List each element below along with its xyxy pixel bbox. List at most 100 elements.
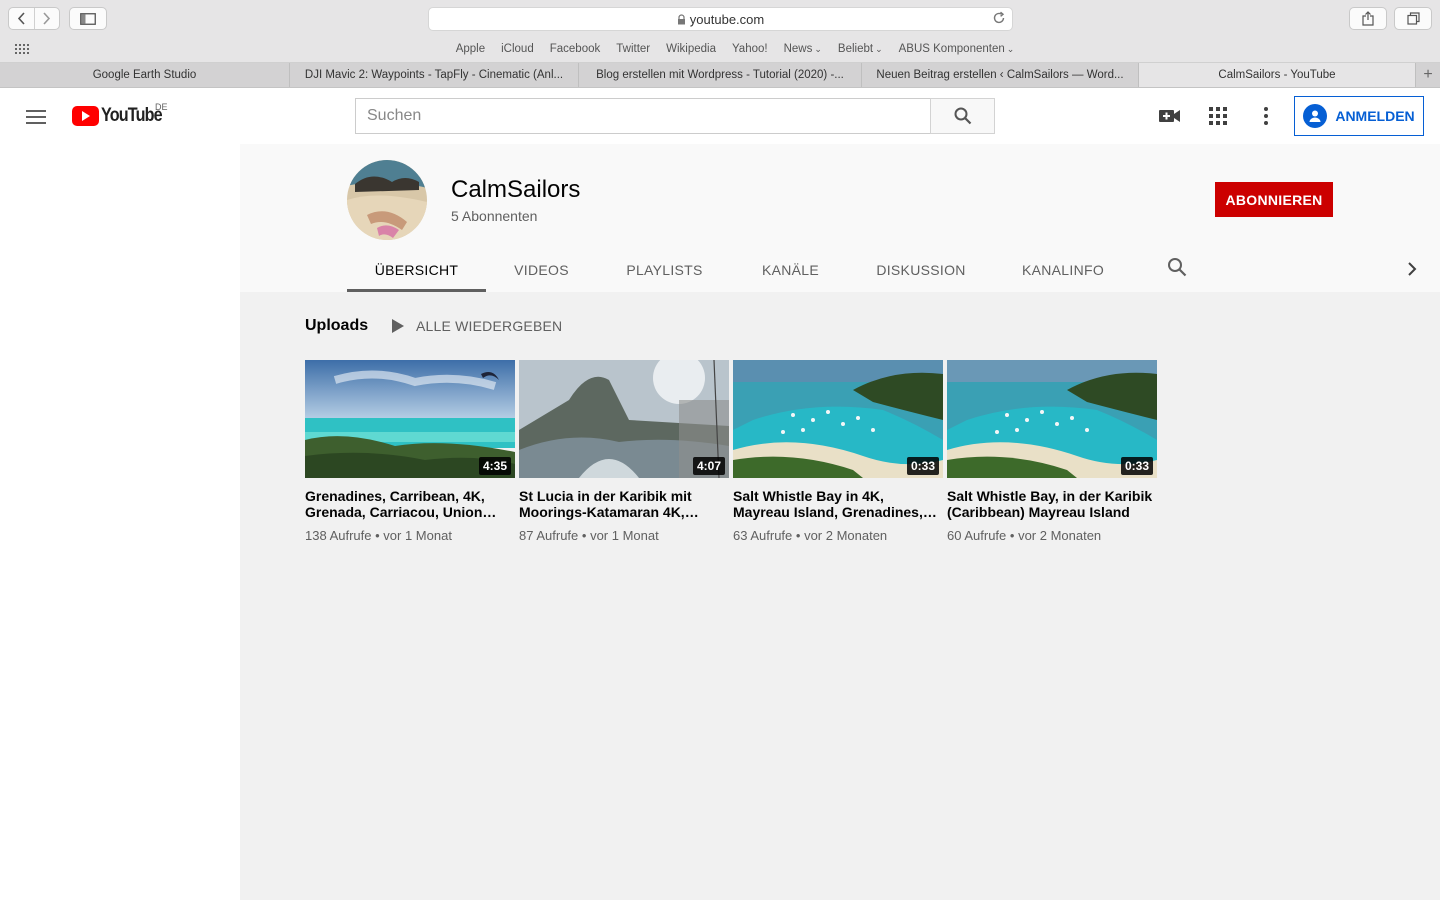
chevron-down-icon: ⌄ <box>814 44 822 54</box>
favorite-link[interactable]: ABUS Komponenten ⌄ <box>899 43 1015 55</box>
channel-avatar[interactable] <box>347 160 427 240</box>
video-meta: 138 Aufrufe • vor 1 Monat <box>305 528 452 543</box>
favorite-link[interactable]: Yahoo! <box>732 43 768 55</box>
favorite-label: Twitter <box>616 43 651 55</box>
tab-videos[interactable]: VIDEOS <box>486 248 597 292</box>
apps-grid-icon <box>1209 107 1227 125</box>
search-field[interactable] <box>355 98 931 134</box>
play-icon <box>392 319 404 333</box>
favorite-link[interactable]: Twitter <box>616 43 650 55</box>
youtube-logo[interactable]: YouTube DE <box>72 102 172 127</box>
history-nav <box>8 7 60 30</box>
play-logo-icon <box>72 106 99 126</box>
favorite-label: News <box>783 43 813 55</box>
account-icon <box>1303 104 1328 128</box>
tab-channels[interactable]: KANÄLE <box>732 248 849 292</box>
address-bar[interactable]: youtube.com <box>428 7 1013 31</box>
favorite-label: iCloud <box>501 43 534 55</box>
plus-icon: + <box>1423 66 1433 83</box>
sidebar-icon <box>80 12 96 25</box>
video-thumbnail[interactable]: 4:35 <box>305 360 515 478</box>
signin-button[interactable]: ANMELDEN <box>1294 96 1424 136</box>
search-icon <box>1168 258 1187 277</box>
lock-icon <box>677 13 686 25</box>
video-card[interactable]: 0:33 Salt Whistle Bay in 4K, Mayreau Isl… <box>733 360 943 543</box>
video-card[interactable]: 4:07 St Lucia in der Karibik mit Mooring… <box>519 360 729 543</box>
upload-age: vor 2 Monaten <box>804 528 888 543</box>
settings-menu-button[interactable] <box>1254 104 1278 128</box>
video-meta: 87 Aufrufe • vor 1 Monat <box>519 528 659 543</box>
video-title[interactable]: Salt Whistle Bay in 4K, Mayreau Island, … <box>733 488 943 520</box>
chevron-right-icon <box>1408 262 1417 276</box>
sidebar-toggle-button[interactable] <box>69 7 107 30</box>
upload-age: vor 1 Monat <box>383 528 452 543</box>
browser-tab-active[interactable]: CalmSailors - YouTube <box>1139 63 1416 87</box>
favorite-link[interactable]: News ⌄ <box>784 43 822 55</box>
video-title[interactable]: St Lucia in der Karibik mit Moorings-Kat… <box>519 488 729 520</box>
video-duration: 4:07 <box>692 457 725 475</box>
channel-header: CalmSailors 5 Abonnenten ABONNIEREN ÜBER… <box>240 144 1440 292</box>
browser-tab[interactable]: DJI Mavic 2: Waypoints - TapFly - Cinema… <box>290 63 579 87</box>
tab-overview-button[interactable] <box>1394 7 1432 30</box>
channel-name: CalmSailors <box>451 176 581 203</box>
tab-discussion[interactable]: DISKUSSION <box>849 248 993 292</box>
video-duration: 0:33 <box>906 457 939 475</box>
chevron-down-icon: ⌄ <box>875 44 883 54</box>
reload-icon[interactable] <box>992 11 1006 25</box>
video-card[interactable]: 4:35 Grenadines, Carribean, 4K, Grenada,… <box>305 360 515 543</box>
region-code: DE <box>155 102 168 112</box>
video-thumbnail[interactable]: 0:33 <box>947 360 1157 478</box>
tab-overview[interactable]: ÜBERSICHT <box>347 248 486 292</box>
forward-button[interactable] <box>33 8 60 29</box>
tab-label: Google Earth Studio <box>92 69 197 81</box>
back-button[interactable] <box>9 8 34 29</box>
create-video-button[interactable] <box>1158 104 1182 128</box>
channel-search-button[interactable] <box>1167 257 1187 282</box>
apps-button[interactable] <box>1206 104 1230 128</box>
channel-tabs: ÜBERSICHT VIDEOS PLAYLISTS KANÄLE DISKUS… <box>347 248 1133 292</box>
video-title[interactable]: Grenadines, Carribean, 4K, Grenada, Carr… <box>305 488 515 520</box>
video-card[interactable]: 0:33 Salt Whistle Bay, in der Karibik (C… <box>947 360 1157 543</box>
menu-icon[interactable] <box>24 105 48 129</box>
tabs-scroll-right-button[interactable] <box>1400 257 1424 286</box>
search-icon <box>954 107 971 125</box>
favorite-link[interactable]: iCloud <box>501 43 534 55</box>
video-thumbnail[interactable]: 0:33 <box>733 360 943 478</box>
tab-label: Neuen Beitrag erstellen ‹ CalmSailors — … <box>876 69 1124 81</box>
favorite-link[interactable]: Facebook <box>550 43 601 55</box>
tab-playlists[interactable]: PLAYLISTS <box>597 248 732 292</box>
upload-age: vor 1 Monat <box>590 528 659 543</box>
browser-toolbar: youtube.com <box>0 0 1440 38</box>
browser-tab[interactable]: Neuen Beitrag erstellen ‹ CalmSailors — … <box>862 63 1139 87</box>
play-all-button[interactable]: ALLE WIEDERGEBEN <box>392 318 562 334</box>
chevron-down-icon: ⌄ <box>1006 44 1015 54</box>
upload-age: vor 2 Monaten <box>1018 528 1102 543</box>
view-count: 138 Aufrufe <box>305 528 372 543</box>
favorites-bar: Apple iCloud Facebook Twitter Wikipedia Yahoo… <box>0 38 1440 63</box>
uploads-heading[interactable]: Uploads <box>305 317 368 335</box>
favorite-link[interactable]: Wikipedia <box>666 43 716 55</box>
subscribe-button[interactable]: ABONNIEREN <box>1215 182 1333 217</box>
video-camera-plus-icon <box>1159 110 1180 122</box>
logo-text: YouTube <box>101 105 163 126</box>
channel-content: CalmSailors 5 Abonnenten ABONNIEREN ÜBER… <box>240 144 1440 900</box>
new-tab-button[interactable]: + <box>1416 63 1440 87</box>
share-button[interactable] <box>1349 7 1387 30</box>
subscriber-count: 5 Abonnenten <box>451 208 538 224</box>
video-duration: 0:33 <box>1120 457 1153 475</box>
search-input[interactable] <box>367 107 931 125</box>
video-title[interactable]: Salt Whistle Bay, in der Karibik (Caribb… <box>947 488 1157 520</box>
view-count: 60 Aufrufe <box>947 528 1007 543</box>
favorite-label: Yahoo! <box>731 43 768 55</box>
video-duration: 4:35 <box>478 457 511 475</box>
favorite-label: Facebook <box>549 43 601 55</box>
video-thumbnail[interactable]: 4:07 <box>519 360 729 478</box>
tab-about[interactable]: KANALINFO <box>993 248 1133 292</box>
browser-tab[interactable]: Google Earth Studio <box>0 63 290 87</box>
favorite-link[interactable]: Beliebt ⌄ <box>838 43 883 55</box>
search-button[interactable] <box>930 98 995 134</box>
browser-tab[interactable]: Blog erstellen mit Wordpress - Tutorial … <box>579 63 862 87</box>
video-meta: 63 Aufrufe • vor 2 Monaten <box>733 528 888 543</box>
video-meta: 60 Aufrufe • vor 2 Monaten <box>947 528 1102 543</box>
favorite-link[interactable]: Apple <box>456 43 485 55</box>
